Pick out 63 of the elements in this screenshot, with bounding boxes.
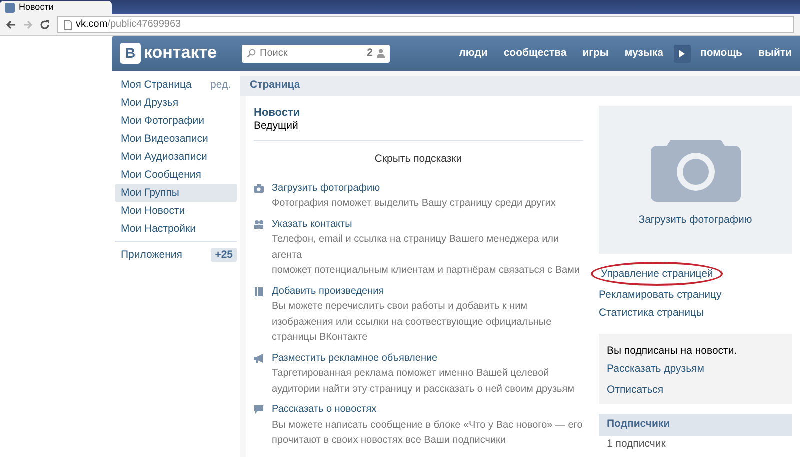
sidebar-item[interactable]: Мои Сообщения — [115, 166, 237, 184]
browser-tab[interactable]: Новости — [0, 1, 112, 15]
sidebar-item[interactable]: Мои Видеозаписи — [115, 130, 237, 148]
address-bar[interactable]: vk.com/public47699963 — [57, 16, 794, 33]
camera-icon — [254, 184, 264, 194]
sidebar-item[interactable]: Мои Группы — [115, 184, 237, 202]
subscribed-text: Вы подписаны на новости. — [607, 344, 738, 359]
tip-title-link[interactable]: Указать контакты — [272, 216, 583, 232]
count-badge: +25 — [211, 248, 237, 262]
tip-description: Вы можете написать сообщение в блоке «Что у Вас нового» — его прочитают в своих новостях все Ваши подписчики — [272, 418, 583, 448]
tip-description: поможет потенциальным клиентам и партнёрам связаться с Вами — [272, 264, 581, 278]
tip-description: Фотография поможет выделить Вашу страницу среди других — [272, 197, 556, 212]
sidebar-link[interactable]: Моя Страница — [121, 79, 192, 91]
comment-icon — [254, 405, 264, 416]
sidebar-link[interactable]: Приложения — [121, 249, 182, 261]
person-icon — [377, 49, 385, 58]
nav-link[interactable]: игры — [582, 46, 609, 60]
tip-title-link[interactable]: Рассказать о новостях — [272, 402, 583, 418]
section-header: Страница — [240, 76, 800, 96]
people-icon — [254, 220, 264, 230]
sidebar-item[interactable]: Мои Новости — [115, 202, 237, 220]
subscribers-header: Подписчики — [599, 414, 792, 436]
sidebar-item[interactable]: Мои Аудиозаписи — [115, 148, 237, 166]
sidebar-item[interactable]: Мои Друзья — [115, 94, 237, 112]
logo-text: контакте — [144, 42, 218, 64]
nav-link[interactable]: музыка — [624, 46, 664, 60]
sidebar-item[interactable]: Мои Фотографии — [115, 112, 237, 130]
tip-title-link[interactable]: Разместить рекламное объявление — [272, 350, 583, 366]
megaphone-icon — [254, 354, 264, 364]
back-arrow-icon — [6, 20, 16, 30]
hide-tips-link[interactable]: Скрыть подсказки — [374, 152, 462, 165]
nav-link[interactable]: сообщества — [504, 46, 567, 60]
page-action-link[interactable]: Управление страницей — [591, 262, 724, 286]
search-box[interactable]: Поиск 2 — [242, 44, 390, 62]
book-icon — [254, 286, 264, 297]
play-button[interactable] — [674, 44, 691, 62]
url-text: vk.com/public47699963 — [76, 18, 182, 31]
page-icon — [64, 20, 72, 30]
subscription-link[interactable]: Рассказать друзьям — [607, 360, 784, 378]
subscribers-count: 1 подписчик — [606, 436, 667, 452]
search-icon — [247, 49, 256, 58]
tip-title-link[interactable]: Загрузить фотографию — [272, 180, 556, 196]
page-status: Ведущий — [254, 120, 300, 134]
page-action-link[interactable]: Статистика страницы — [599, 307, 704, 319]
logo-badge: В — [120, 43, 141, 64]
forward-arrow-icon — [23, 20, 33, 30]
search-count: 2 — [367, 46, 373, 60]
upload-photo-link[interactable]: Загрузить фотографию — [638, 214, 752, 228]
sidebar-item[interactable]: Мои Настройки — [115, 220, 237, 238]
sidebar-item-row[interactable]: Моя Страница ред. — [115, 76, 237, 94]
tip-description: Вы можете перечислить свои работы и добавить к ним изображения или ссылки на соотвествующие официальные страницы ВКонтакте — [272, 300, 553, 346]
tip-description: Таргетированная реклама поможет именно Вашей целевой аудитории найти эту страницу и рассказать о ней своим друзьям — [272, 367, 576, 397]
subscription-link[interactable]: Отписаться — [607, 381, 784, 399]
reload-icon — [40, 20, 50, 30]
nav-link[interactable]: люди — [459, 46, 488, 60]
page-action-link[interactable]: Рекламировать страницу — [599, 289, 722, 301]
play-icon — [679, 50, 686, 58]
tip-title-link[interactable]: Добавить произведения — [272, 284, 583, 300]
page-name: Новости — [254, 106, 302, 120]
nav-link[interactable]: помощь — [700, 46, 743, 60]
photo-upload-panel[interactable]: Загрузить фотографию — [599, 106, 792, 254]
site-favicon-icon — [5, 3, 15, 13]
nav-link[interactable]: выйти — [758, 46, 792, 60]
